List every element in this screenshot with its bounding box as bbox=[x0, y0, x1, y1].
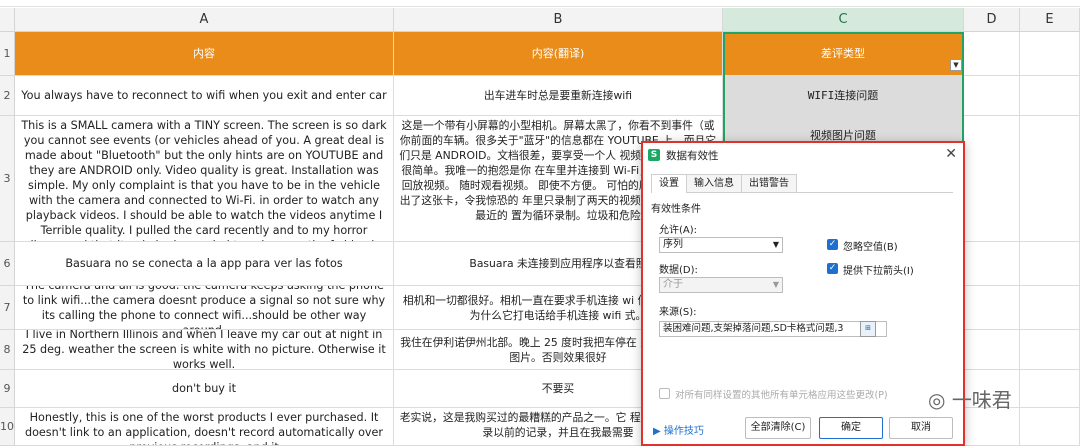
header-cell-content[interactable]: 内容 bbox=[15, 32, 394, 76]
source-label: 来源(S): bbox=[659, 307, 697, 318]
dialog-titlebar[interactable]: S 数据有效性 ✕ bbox=[643, 143, 963, 167]
allow-label: 允许(A): bbox=[659, 225, 698, 236]
ignore-blank-checkbox[interactable]: ✓ bbox=[827, 239, 838, 250]
watermark-text: 一味君 bbox=[951, 388, 1012, 412]
table-cell-content[interactable]: Basuara no se conecta a la app para ver … bbox=[15, 242, 394, 286]
column-header-a[interactable]: A bbox=[15, 8, 394, 32]
dialog-tabs: 设置 输入信息 出错警告 bbox=[651, 174, 953, 193]
section-title: 有效性条件 bbox=[651, 204, 701, 215]
cell-empty[interactable] bbox=[1020, 76, 1080, 116]
header-cell-translation[interactable]: 内容(翻译) bbox=[394, 32, 723, 76]
tips-link[interactable]: ▶ 操作技巧 bbox=[653, 422, 704, 437]
table-cell-content[interactable]: This is a SMALL camera with a TINY scree… bbox=[15, 116, 394, 242]
row-header[interactable]: 2 bbox=[0, 76, 15, 116]
app-icon: S bbox=[648, 149, 660, 161]
table-cell-content[interactable]: don't buy it bbox=[15, 370, 394, 408]
data-select-value: 介于 bbox=[663, 279, 683, 290]
cell-empty[interactable] bbox=[1020, 32, 1080, 76]
tab-settings[interactable]: 设置 bbox=[651, 174, 687, 193]
tab-error-alert[interactable]: 出错警告 bbox=[741, 174, 797, 192]
table-cell-review-type[interactable]: WIFI连接问题 bbox=[723, 76, 964, 116]
column-header-c[interactable]: C bbox=[723, 8, 964, 32]
row-header[interactable]: 1 bbox=[0, 32, 15, 76]
table-cell-content[interactable]: You always have to reconnect to wifi whe… bbox=[15, 76, 394, 116]
cell-empty[interactable] bbox=[964, 76, 1020, 116]
table-cell-translation[interactable]: 出车进车时总是要重新连接wifi bbox=[394, 76, 723, 116]
close-icon[interactable]: ✕ bbox=[945, 146, 957, 162]
cell-empty[interactable] bbox=[964, 242, 1020, 286]
ok-button[interactable]: 确定 bbox=[819, 417, 883, 439]
column-header-e[interactable]: E bbox=[1020, 8, 1080, 32]
cell-empty[interactable] bbox=[964, 32, 1020, 76]
range-select-icon[interactable]: ⊞ bbox=[860, 321, 876, 337]
data-label: 数据(D): bbox=[659, 265, 698, 276]
row-header[interactable]: 3 bbox=[0, 116, 15, 242]
apply-all-checkbox[interactable] bbox=[659, 388, 670, 399]
cell-empty[interactable] bbox=[1020, 408, 1080, 446]
cell-empty[interactable] bbox=[964, 330, 1020, 370]
dropdown-arrow-icon[interactable]: ▼ bbox=[950, 59, 962, 71]
dialog-title: 数据有效性 bbox=[666, 149, 719, 162]
toolbar-strip bbox=[0, 0, 1080, 7]
row-header[interactable]: 7 bbox=[0, 286, 15, 330]
row-header[interactable]: 9 bbox=[0, 370, 15, 408]
column-header-d[interactable]: D bbox=[964, 8, 1020, 32]
apply-all-label: 对所有同样设置的其他所有单元格应用这些更改(P) bbox=[675, 390, 888, 401]
cell-empty[interactable] bbox=[1020, 116, 1080, 242]
chevron-down-icon: ▼ bbox=[772, 280, 779, 289]
cell-empty[interactable] bbox=[1020, 242, 1080, 286]
tips-link-label: 操作技巧 bbox=[663, 426, 704, 437]
table-cell-content[interactable]: I live in Northern Illinois and when I l… bbox=[15, 330, 394, 370]
header-cell-review-type[interactable]: 差评类型 bbox=[723, 32, 964, 76]
dropdown-label: 提供下拉箭头(I) bbox=[843, 266, 914, 277]
cancel-button[interactable]: 取消 bbox=[889, 417, 953, 439]
cell-empty[interactable] bbox=[1020, 370, 1080, 408]
table-cell-content[interactable]: Honestly, this is one of the worst produ… bbox=[15, 408, 394, 446]
ignore-blank-label: 忽略空值(B) bbox=[843, 242, 898, 253]
allow-select-value: 序列 bbox=[663, 239, 683, 250]
chevron-down-icon: ▼ bbox=[772, 240, 779, 249]
clear-all-button[interactable]: 全部清除(C) bbox=[745, 417, 811, 439]
data-validation-dialog: S 数据有效性 ✕ 设置 输入信息 出错警告 有效性条件 允许(A): 序列 ▼… bbox=[641, 141, 965, 446]
cell-empty[interactable] bbox=[1020, 330, 1080, 370]
allow-select[interactable]: 序列 ▼ bbox=[659, 237, 783, 253]
table-cell-content[interactable]: The camera and all is good. the camera k… bbox=[15, 286, 394, 330]
dropdown-checkbox[interactable]: ✓ bbox=[827, 263, 838, 274]
column-header-b[interactable]: B bbox=[394, 8, 723, 32]
cell-empty[interactable] bbox=[964, 116, 1020, 242]
tab-input-message[interactable]: 输入信息 bbox=[686, 174, 742, 192]
cell-empty[interactable] bbox=[1020, 286, 1080, 330]
row-header[interactable]: 6 bbox=[0, 242, 15, 286]
row-header[interactable]: 8 bbox=[0, 330, 15, 370]
watermark: ◎ 一味君 bbox=[928, 388, 1012, 412]
source-input[interactable]: 装困难问题,支架掉落问题,SD卡格式问题,3 bbox=[659, 321, 887, 337]
cell-empty[interactable] bbox=[964, 286, 1020, 330]
row-header[interactable]: 10 bbox=[0, 408, 15, 446]
select-all-corner[interactable] bbox=[0, 8, 15, 32]
cell-empty[interactable] bbox=[964, 408, 1020, 446]
data-select[interactable]: 介于 ▼ bbox=[659, 277, 783, 293]
